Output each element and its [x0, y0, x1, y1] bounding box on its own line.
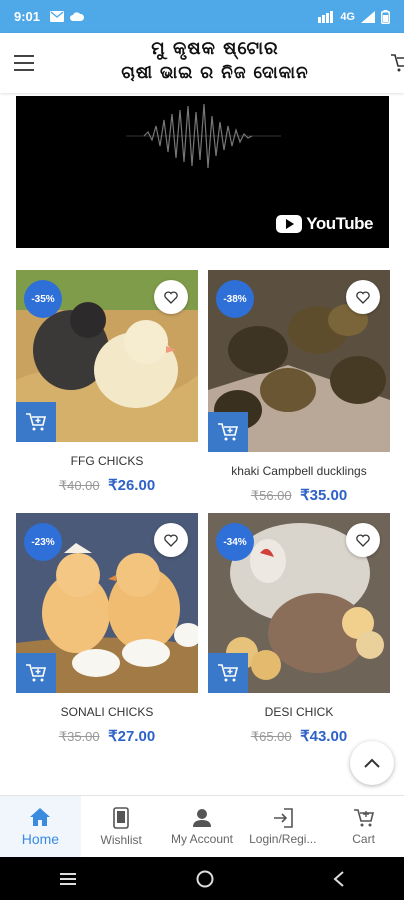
product-name[interactable]: FFG CHICKS — [16, 454, 198, 468]
cloud-icon — [70, 11, 85, 21]
nav-label-my-account: My Account — [170, 831, 233, 846]
heart-icon — [356, 290, 370, 304]
product-price: ₹35.00 ₹27.00 — [16, 727, 198, 746]
home-icon — [30, 807, 51, 826]
product-name[interactable]: khaki Campbell ducklings — [208, 464, 390, 478]
hamburger-menu-icon[interactable] — [14, 55, 34, 71]
original-price: ₹65.00 — [250, 729, 292, 744]
sale-price: ₹35.00 — [300, 487, 348, 504]
product-card[interactable]: -35% FFG CHICKS ₹40.00 ₹26.00 — [16, 270, 198, 495]
nav-label-home: Home — [21, 830, 60, 847]
store-title-line2: ଚାଷୀ ଭାଇ ର ନିଜ ଦୋକାନ — [121, 63, 309, 83]
nav-label-cart: Cart — [352, 831, 375, 846]
cart-add-icon — [26, 664, 47, 682]
original-price: ₹35.00 — [58, 729, 100, 744]
store-title-line1: ମୁ କୃଷକ ଷ୍ଟୋର — [151, 38, 279, 59]
nav-my-account[interactable]: My Account — [162, 796, 243, 857]
mail-icon — [50, 11, 65, 22]
user-icon — [192, 808, 211, 827]
product-image[interactable]: -34% — [208, 513, 390, 693]
nav-cart[interactable]: Cart — [323, 796, 404, 857]
sale-price: ₹43.00 — [300, 728, 348, 745]
add-to-cart-button[interactable] — [16, 402, 56, 442]
wishlist-heart-button[interactable] — [346, 523, 380, 557]
product-card[interactable]: -38% khaki Campbell ducklings ₹56.00 ₹35… — [208, 270, 390, 505]
status-bar: 9:01 4G — [0, 0, 404, 33]
nav-label-login: Login/Regi... — [249, 831, 317, 846]
cart-add-icon — [26, 413, 47, 431]
heart-icon — [164, 533, 178, 547]
heart-icon — [356, 533, 370, 547]
product-price: ₹40.00 ₹26.00 — [16, 476, 198, 495]
add-to-cart-button[interactable] — [208, 653, 248, 693]
original-price: ₹40.00 — [58, 478, 100, 493]
product-card[interactable]: -23% SONALI CHICKS ₹35.00 ₹27.00 — [16, 513, 198, 746]
wishlist-heart-button[interactable] — [346, 280, 380, 314]
store-logo[interactable]: ମୁ କୃଷକ ଷ୍ଟୋର ଚାଷୀ ଭାଇ ର ନିଜ ଦୋକାନ — [50, 37, 380, 85]
app-header: ମୁ କୃଷକ ଷ୍ଟୋର ଚାଷୀ ଭାଇ ର ନିଜ ଦୋକାନ — [0, 33, 404, 93]
heart-icon — [164, 290, 178, 304]
nav-login-register[interactable]: Login/Regi... — [242, 796, 323, 857]
nav-wishlist[interactable]: Wishlist — [81, 796, 162, 857]
recent-apps-icon[interactable] — [59, 872, 77, 886]
add-to-cart-button[interactable] — [208, 412, 248, 452]
product-card[interactable]: -34% DESI CHICK ₹65.00 ₹43.00 — [208, 513, 390, 746]
original-price: ₹56.00 — [250, 488, 292, 503]
back-icon[interactable] — [333, 870, 345, 887]
discount-badge: -38% — [216, 280, 254, 318]
cart-add-icon — [218, 664, 239, 682]
system-navigation-bar — [0, 857, 404, 900]
scroll-to-top-button[interactable] — [350, 741, 394, 785]
product-price: ₹56.00 ₹35.00 — [208, 486, 390, 505]
cart-icon — [353, 808, 374, 826]
product-name[interactable]: DESI CHICK — [208, 705, 390, 719]
status-time: 9:01 — [14, 9, 41, 24]
add-to-cart-button[interactable] — [16, 653, 56, 693]
network-type: 4G — [340, 10, 355, 23]
youtube-video-embed[interactable]: YouTube — [16, 96, 389, 248]
discount-badge: -35% — [24, 280, 62, 318]
product-image[interactable]: -23% — [16, 513, 198, 693]
youtube-logo: YouTube — [276, 214, 373, 234]
home-circle-icon[interactable] — [196, 870, 214, 888]
discount-badge: -23% — [24, 523, 62, 561]
nav-home[interactable]: Home — [0, 796, 81, 857]
hd-signal-icon — [318, 10, 334, 23]
chevron-up-icon — [364, 758, 380, 768]
signal-icon — [361, 10, 375, 23]
phone-icon — [113, 806, 129, 829]
nav-label-wishlist: Wishlist — [100, 832, 142, 847]
login-icon — [273, 807, 293, 828]
battery-icon — [381, 9, 390, 24]
sale-price: ₹26.00 — [108, 477, 156, 494]
discount-badge: -34% — [216, 523, 254, 561]
youtube-play-icon — [276, 215, 303, 233]
wishlist-heart-button[interactable] — [154, 523, 188, 557]
product-image[interactable]: -35% — [16, 270, 198, 442]
wishlist-heart-button[interactable] — [154, 280, 188, 314]
product-image[interactable]: -38% — [208, 270, 390, 452]
cart-add-icon — [218, 423, 239, 441]
youtube-label: YouTube — [306, 214, 373, 233]
sale-price: ₹27.00 — [108, 728, 156, 745]
product-name[interactable]: SONALI CHICKS — [16, 705, 198, 719]
header-cart-icon[interactable] — [390, 53, 404, 73]
bottom-navigation: Home Wishlist My Account Login/Regi... C… — [0, 795, 404, 857]
